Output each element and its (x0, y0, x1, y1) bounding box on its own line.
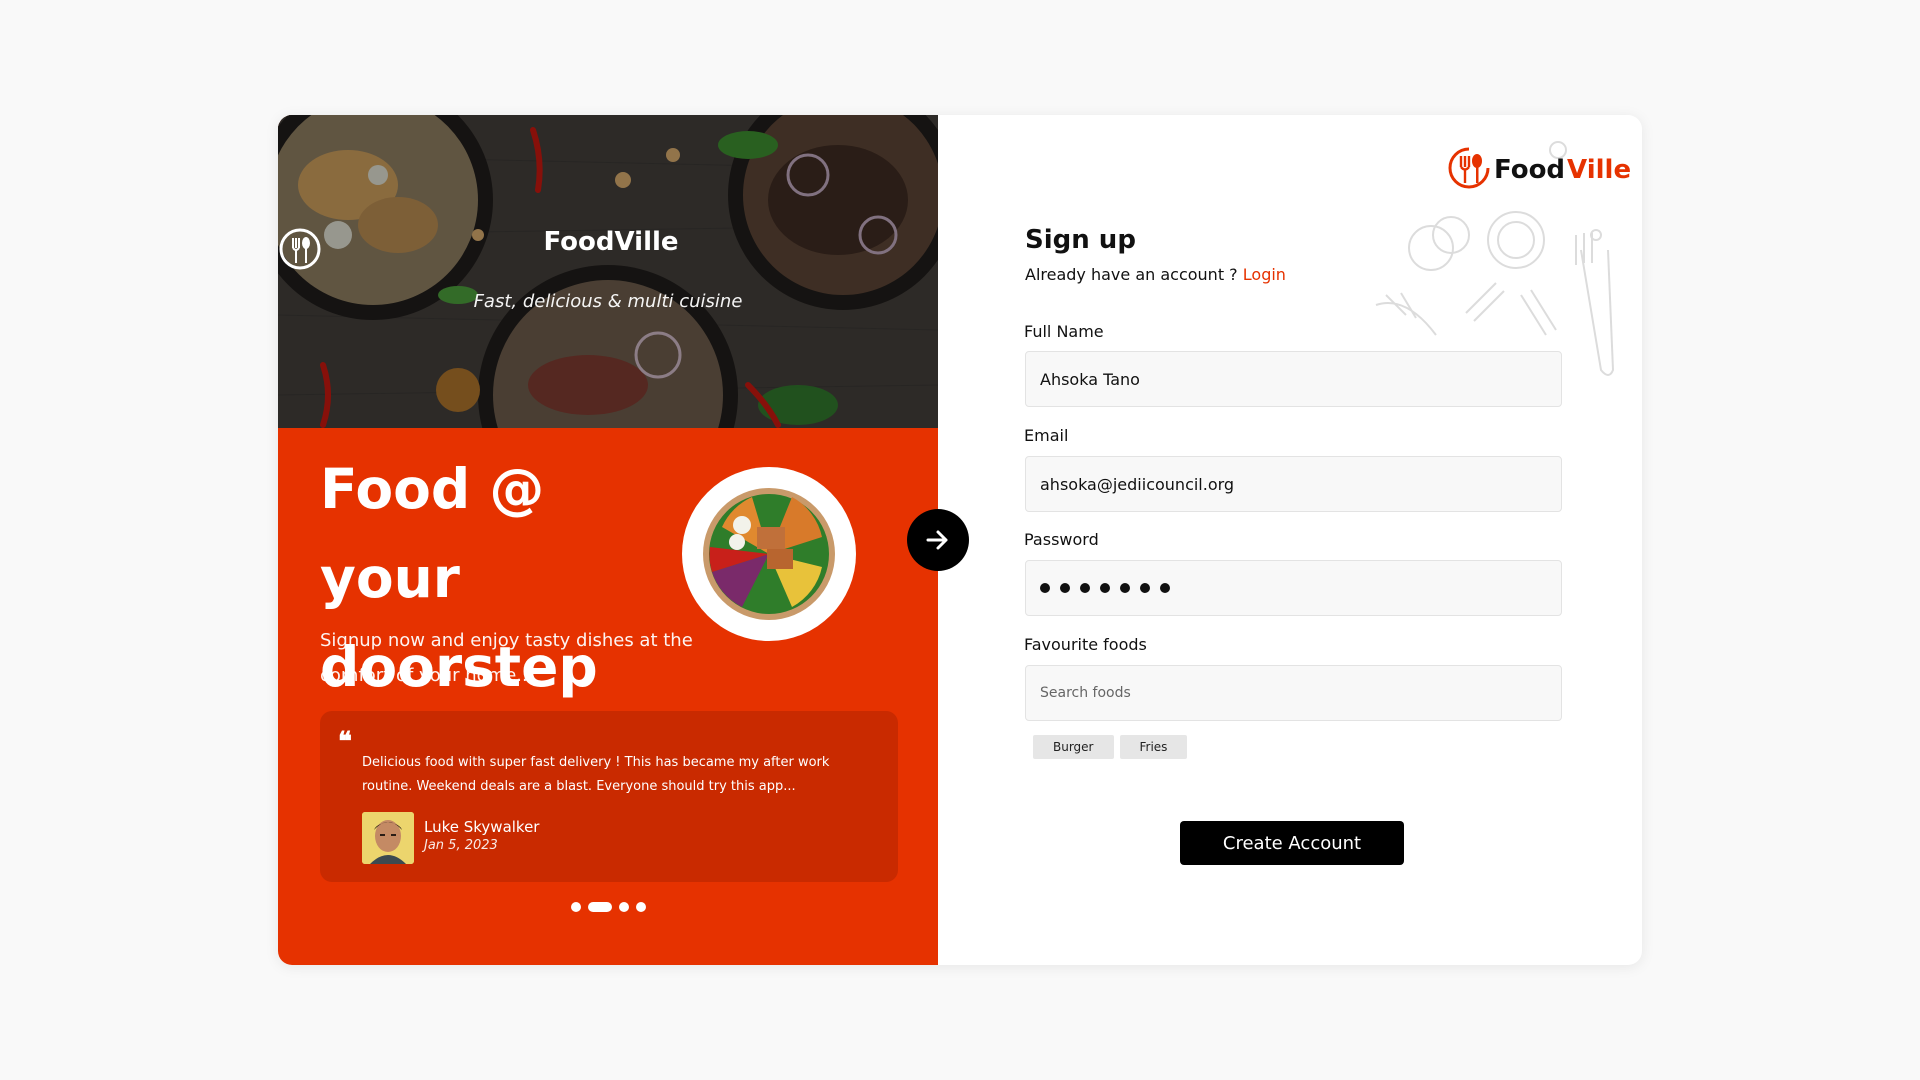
login-prompt-text: Already have an account ? (1025, 265, 1238, 284)
carousel-dot[interactable] (635, 902, 646, 912)
arrow-right-icon (926, 530, 948, 550)
carousel-dot[interactable] (618, 902, 629, 912)
password-label: Password (1024, 530, 1099, 549)
promo-panel: FoodVille Fast, delicious & multi cuisin… (278, 115, 938, 965)
hero-brand-name: FoodVille (543, 227, 679, 257)
login-prompt: Already have an account ? Login (1025, 265, 1286, 284)
email-field[interactable]: ahsoka@jediicouncil.org (1025, 456, 1562, 512)
login-link[interactable]: Login (1243, 265, 1286, 284)
avatar (362, 812, 414, 864)
signup-form-panel: Food Ville Sign up Already have an accoun… (938, 115, 1642, 965)
full-name-label: Full Name (1024, 322, 1104, 341)
testimonial-author: Luke Skywalker (424, 818, 540, 836)
page-title: Sign up (1025, 225, 1136, 255)
full-name-field[interactable]: Ahsoka Tano (1025, 351, 1562, 407)
email-label: Email (1024, 426, 1069, 445)
search-foods-input[interactable]: Search foods (1025, 665, 1562, 721)
favourite-foods-label: Favourite foods (1024, 635, 1147, 654)
brand-name-ville: Ville (1567, 155, 1632, 185)
promo-subtext: Signup now and enjoy tasty dishes at the… (320, 630, 693, 686)
quote-icon: ❝ (338, 727, 352, 757)
carousel-dots (278, 902, 938, 912)
brand-name-food: Food (1494, 155, 1566, 185)
hero-image: FoodVille Fast, delicious & multi cuisin… (278, 115, 938, 428)
testimonial-card: ❝ Delicious food with super fast deliver… (320, 711, 898, 882)
create-account-button[interactable]: Create Account (1180, 821, 1404, 865)
password-field[interactable] (1025, 560, 1562, 616)
salad-bowl-image (682, 467, 856, 641)
next-arrow-button[interactable] (907, 509, 969, 571)
carousel-dot[interactable] (570, 902, 581, 912)
food-chip-burger[interactable]: Burger (1033, 735, 1114, 759)
carousel-dot-active[interactable] (587, 902, 612, 912)
brand-logo: Food Ville (1446, 145, 1631, 195)
food-chip-fries[interactable]: Fries (1119, 735, 1188, 759)
hero-tagline: Fast, delicious & multi cuisine (473, 291, 743, 312)
password-mask (1040, 583, 1170, 593)
testimonial-date: Jan 5, 2023 (424, 838, 498, 853)
signup-card: FoodVille Fast, delicious & multi cuisin… (278, 115, 1642, 965)
testimonial-text: Delicious food with super fast delivery … (362, 755, 830, 794)
food-chips: Burger Fries (1033, 735, 1188, 759)
hero-logo: FoodVille (278, 227, 938, 270)
fork-spoon-icon (1446, 145, 1492, 195)
